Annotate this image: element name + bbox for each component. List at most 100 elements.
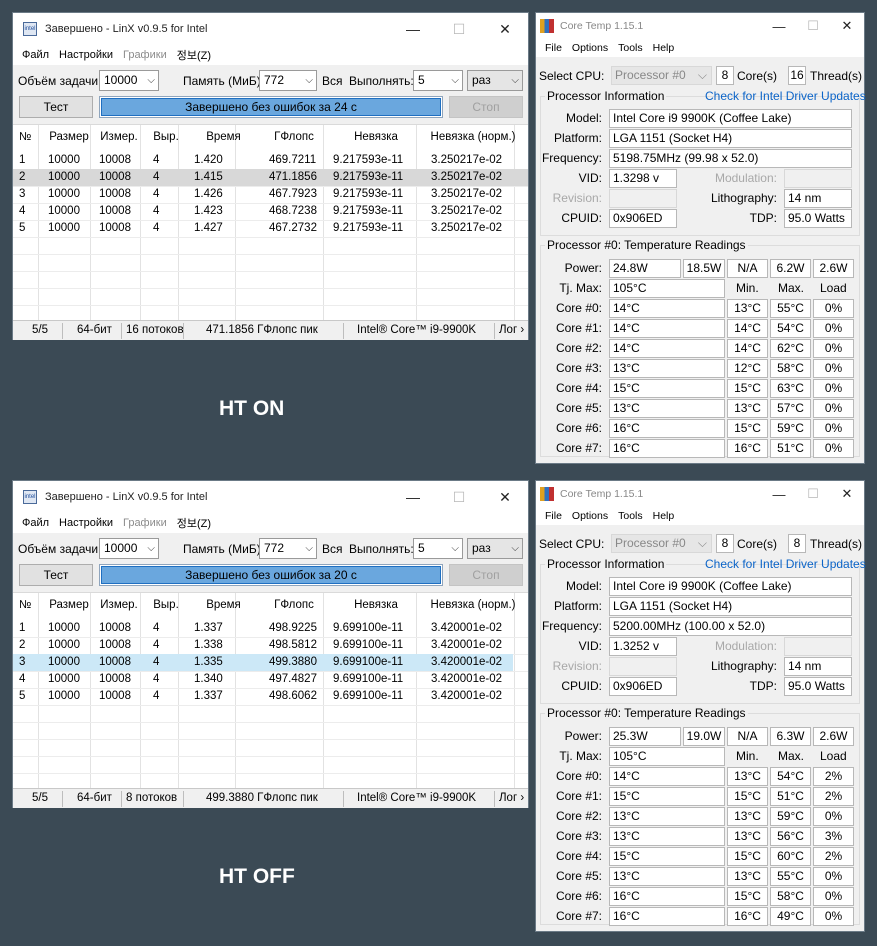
table-row[interactable]: 1 10000 10008 4 1.337 498.9225 9.699100e-11 3.4… <box>13 620 528 637</box>
title-bar[interactable]: intel Завершено - LinX v0.9.5 for Intel — ☐… <box>13 13 528 45</box>
all-memory-label[interactable]: Вся <box>322 542 343 556</box>
problem-size-combo[interactable]: 10000 ⌵ <box>99 538 159 559</box>
status-divider <box>343 323 344 339</box>
table-row[interactable]: 2 10000 10008 4 1.415 471.1856 9.217593e-11 3.2… <box>13 169 528 186</box>
table-cell: 1.420 <box>194 154 223 166</box>
menu-item-1[interactable]: Настройки <box>54 517 118 529</box>
column-header[interactable]: ГФлопс <box>253 597 335 614</box>
core-min: 13°C <box>727 867 768 886</box>
core-min: 16°C <box>727 907 768 926</box>
table-cell: 1 <box>19 154 26 166</box>
minimize-icon[interactable]: — <box>762 13 796 39</box>
table-row[interactable]: 2 10000 10008 4 1.338 498.5812 9.699100e-11 3.4… <box>13 637 528 654</box>
close-icon[interactable]: ✕ <box>830 13 864 39</box>
row-divider <box>13 254 528 255</box>
core-label: Core #5: <box>555 869 602 883</box>
minimize-icon[interactable]: — <box>762 481 796 507</box>
table-cell: 9.699100e-11 <box>333 690 404 702</box>
core-max: 57°C <box>770 399 811 418</box>
table-row[interactable]: 5 10000 10008 4 1.427 467.2732 9.217593e-11 3.2… <box>13 220 528 237</box>
core-load: 0% <box>813 319 854 338</box>
coretemp-window: Core Temp 1.15.1— ☐ ✕ File Options Tools Help S… <box>535 480 866 932</box>
chevron-down-icon: ⌵ <box>511 543 519 554</box>
minimize-icon[interactable]: — <box>390 13 436 45</box>
table-cell: 10008 <box>99 205 131 217</box>
frequency-label: Frequency: <box>541 151 602 165</box>
column-header[interactable]: Невязка (норм.) <box>417 129 529 146</box>
column-header[interactable]: Невязка <box>325 129 427 146</box>
menu-item-1[interactable]: Настройки <box>54 49 118 61</box>
run-count-combo[interactable]: 5 ⌵ <box>413 538 463 559</box>
table-cell: 3.250217e-02 <box>431 154 502 166</box>
table-row[interactable]: 4 10000 10008 4 1.340 497.4827 9.699100e-11 3.4… <box>13 671 528 688</box>
close-icon[interactable]: ✕ <box>482 481 528 513</box>
title-bar[interactable]: Core Temp 1.15.1 — ☐ ✕ <box>536 481 864 507</box>
title-bar[interactable]: Core Temp 1.15.1 — ☐ ✕ <box>536 13 864 39</box>
core-label: Core #4: <box>555 849 602 863</box>
column-header[interactable]: Время <box>184 129 263 146</box>
column-header[interactable]: № <box>19 597 39 614</box>
table-row[interactable]: 1 10000 10008 4 1.420 469.7211 9.217593e-11 3.2… <box>13 152 528 169</box>
table-row[interactable]: 5 10000 10008 4 1.337 498.6062 9.699100e-11 3.4… <box>13 688 528 705</box>
close-icon[interactable]: ✕ <box>830 481 864 507</box>
table-row[interactable]: 3 10000 10008 4 1.335 499.3880 9.699100e-11 3.4… <box>13 654 513 671</box>
table-row[interactable]: 4 10000 10008 4 1.423 468.7238 9.217593e-11 3.2… <box>13 203 528 220</box>
table-cell: 3 <box>19 188 26 200</box>
menu-item-2[interactable]: Tools <box>613 42 648 54</box>
stop-button: Стоп <box>449 564 523 586</box>
run-unit-combo[interactable]: раз ⌵ <box>467 70 523 91</box>
status-threads: 8 потоков <box>126 792 178 804</box>
column-header[interactable]: Время <box>184 597 263 614</box>
minimize-icon[interactable]: — <box>390 481 436 513</box>
driver-update-link[interactable]: Check for Intel Driver Updates <box>705 557 866 571</box>
menu-item-0[interactable]: File <box>540 42 567 54</box>
test-button[interactable]: Тест <box>19 564 93 586</box>
menu-item-3[interactable]: 정보(Z) <box>172 515 216 531</box>
title-bar[interactable]: intel Завершено - LinX v0.9.5 for Intel — ☐… <box>13 481 528 513</box>
core-temp: 16°C <box>609 439 725 458</box>
cpu-select[interactable]: Processor #0 ⌵ <box>611 66 712 85</box>
cpu-select-value: Processor #0 <box>615 68 686 82</box>
table-cell: 9.699100e-11 <box>333 673 404 685</box>
status-divider <box>183 791 184 807</box>
cpuid-label: CPUID: <box>561 211 602 225</box>
menu-item-1[interactable]: Options <box>567 42 613 54</box>
memory-combo[interactable]: 772 ⌵ <box>259 70 317 91</box>
table-cell: 10000 <box>48 622 80 634</box>
column-header[interactable]: Невязка (норм.) <box>417 597 529 614</box>
close-icon[interactable]: ✕ <box>482 13 528 45</box>
menu-item-0[interactable]: Файл <box>17 49 54 61</box>
power-value: N/A <box>727 727 768 746</box>
core-min: 12°C <box>727 359 768 378</box>
menu-item-1[interactable]: Options <box>567 510 613 522</box>
driver-update-link[interactable]: Check for Intel Driver Updates <box>705 89 866 103</box>
menu-item-2[interactable]: Tools <box>613 510 648 522</box>
memory-combo[interactable]: 772 ⌵ <box>259 538 317 559</box>
column-header[interactable]: ГФлопс <box>253 129 335 146</box>
menu-item-0[interactable]: Файл <box>17 517 54 529</box>
menu-item-3[interactable]: 정보(Z) <box>172 47 216 63</box>
run-count-combo[interactable]: 5 ⌵ <box>413 70 463 91</box>
run-unit-combo[interactable]: раз ⌵ <box>467 538 523 559</box>
all-memory-label[interactable]: Вся <box>322 74 343 88</box>
log-button[interactable]: Лог › <box>499 792 524 804</box>
status-divider <box>343 791 344 807</box>
cpu-select[interactable]: Processor #0 ⌵ <box>611 534 712 553</box>
core-temp: 16°C <box>609 907 725 926</box>
menu-item-3[interactable]: Help <box>648 42 680 54</box>
column-header[interactable]: № <box>19 129 39 146</box>
power-value: 18.5W <box>683 259 725 278</box>
log-button[interactable]: Лог › <box>499 324 524 336</box>
progress-bar: Завершено без ошибок за 20 с <box>99 564 443 586</box>
problem-size-combo[interactable]: 10000 ⌵ <box>99 70 159 91</box>
table-cell: 3.250217e-02 <box>431 171 502 183</box>
column-header[interactable]: Невязка <box>325 597 427 614</box>
menu-item-3[interactable]: Help <box>648 510 680 522</box>
tjmax-value: 105°C <box>609 279 725 298</box>
core-label: Core #2: <box>555 341 602 355</box>
test-button[interactable]: Тест <box>19 96 93 118</box>
menu-item-0[interactable]: File <box>540 510 567 522</box>
core-max: 59°C <box>770 807 811 826</box>
results-table: № Размер Измер. Выр. Время ГФлопс Невязка Невяз… <box>13 592 529 791</box>
table-row[interactable]: 3 10000 10008 4 1.426 467.7923 9.217593e-11 3.2… <box>13 186 528 203</box>
